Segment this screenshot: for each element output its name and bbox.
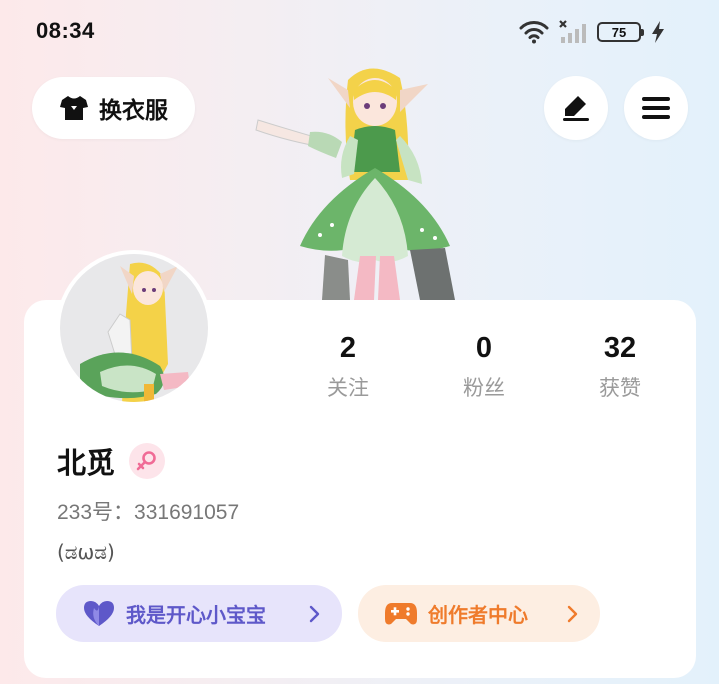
- username-row: 北觅: [57, 440, 166, 482]
- stat-following-value: 2: [339, 332, 357, 364]
- chevron-right-icon: [566, 605, 580, 623]
- heart-icon: [84, 600, 114, 626]
- charging-icon: [652, 21, 664, 43]
- stat-following-label: 关注: [327, 376, 369, 400]
- avatar[interactable]: [56, 250, 212, 406]
- edit-profile-button[interactable]: [544, 76, 608, 140]
- change-outfit-label: 换衣服: [99, 98, 168, 124]
- status-icons: 75: [519, 18, 665, 46]
- character-model-image: [255, 68, 455, 300]
- stat-likes[interactable]: 32 获赞: [552, 332, 688, 402]
- battery-level: 75: [611, 24, 627, 40]
- username: 北觅: [57, 446, 116, 480]
- user-bio: (ಡωಡ): [57, 540, 115, 564]
- battery-icon: 75: [597, 22, 644, 42]
- stat-followers[interactable]: 0 粉丝: [416, 332, 552, 402]
- edit-pen-icon: [563, 96, 589, 121]
- creator-center-label: 创作者中心: [428, 603, 528, 627]
- gender-badge: [129, 443, 166, 479]
- user-id: 233号：331691057: [57, 501, 240, 524]
- creator-center-button[interactable]: 创作者中心: [358, 585, 600, 642]
- status-bar: 08:34 75: [0, 0, 719, 64]
- hamburger-menu-icon: [642, 97, 670, 119]
- stat-likes-value: 32: [603, 332, 637, 364]
- avatar-image: [60, 254, 208, 402]
- stat-followers-value: 0: [475, 332, 493, 364]
- female-gender-icon: [136, 451, 156, 471]
- happy-baby-label: 我是开心小宝宝: [126, 603, 266, 627]
- stat-followers-label: 粉丝: [463, 376, 505, 400]
- tshirt-icon: [60, 96, 88, 120]
- stats-row: 2 关注 0 粉丝 32 获赞: [280, 332, 688, 402]
- stat-likes-label: 获赞: [599, 376, 641, 400]
- menu-button[interactable]: [624, 76, 688, 140]
- happy-baby-button[interactable]: 我是开心小宝宝: [56, 585, 342, 642]
- gamepad-icon: [385, 602, 417, 624]
- no-signal-icon: [559, 20, 586, 43]
- stat-following[interactable]: 2 关注: [280, 332, 416, 402]
- status-time: 08:34: [36, 18, 95, 43]
- wifi-icon: [519, 21, 549, 44]
- chevron-right-icon: [308, 605, 322, 623]
- change-outfit-button[interactable]: 换衣服: [32, 77, 195, 139]
